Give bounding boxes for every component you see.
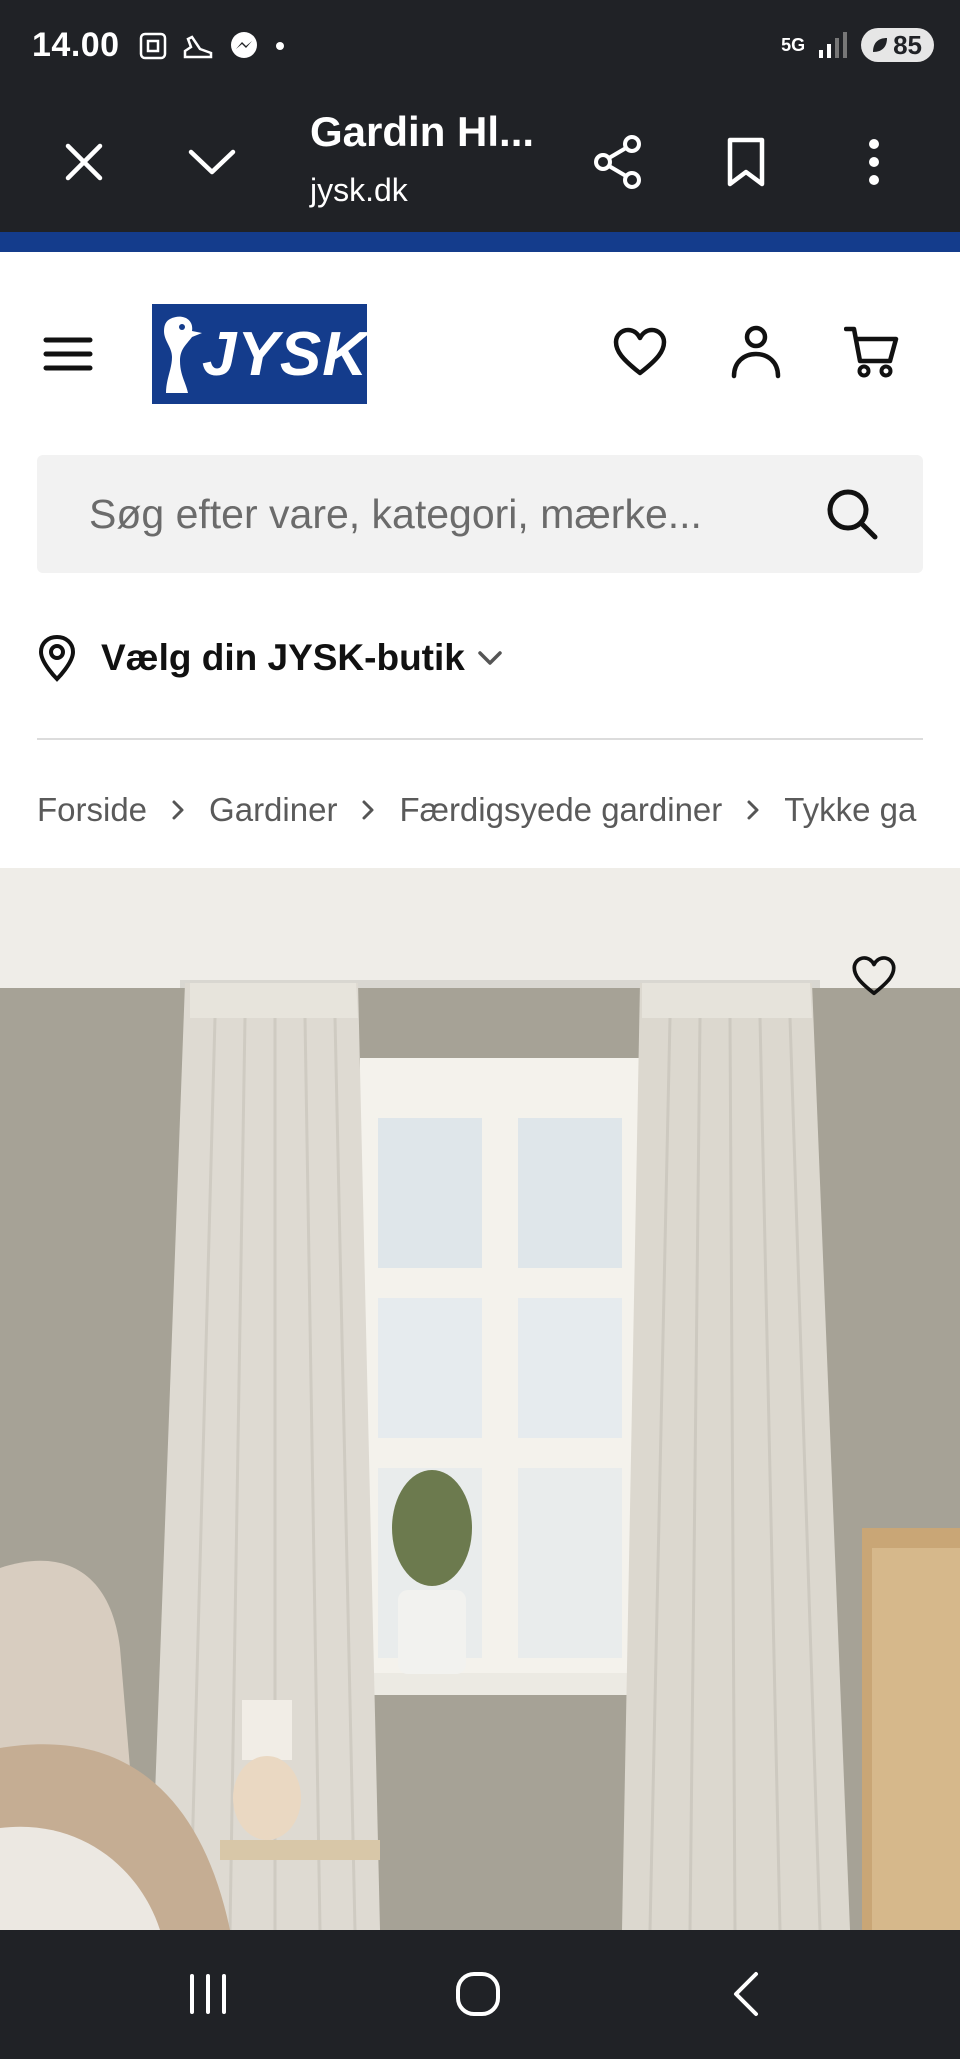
breadcrumb-item[interactable]: Færdigsyede gardiner: [399, 791, 722, 829]
battery-leaf-icon: [873, 38, 888, 52]
more-vertical-icon: [869, 139, 879, 185]
store-selector[interactable]: Vælg din JYSK-butik: [37, 610, 923, 706]
recent-apps-icon: [190, 1974, 226, 2014]
search-input[interactable]: [89, 483, 789, 545]
browser-toolbar: Gardin Hl... jysk.dk: [0, 92, 960, 232]
chevron-right-icon: [746, 799, 760, 821]
minimize-tab-button[interactable]: [172, 122, 252, 202]
shoe-icon: [183, 35, 213, 59]
product-photo-curtains: [0, 868, 960, 1930]
home-button[interactable]: [438, 1962, 518, 2026]
share-icon: [594, 135, 641, 189]
notification-icons: [138, 30, 286, 62]
messenger-icon: [231, 32, 257, 58]
logo-text: JYSK: [202, 319, 368, 389]
dot-icon: [276, 42, 284, 50]
chevron-down-icon: [478, 651, 502, 665]
location-pin-icon: [38, 634, 76, 682]
menu-button[interactable]: [36, 322, 100, 386]
status-time: 14.00: [32, 26, 120, 64]
search-icon: [827, 489, 878, 540]
breadcrumb-item[interactable]: Tykke ga: [784, 791, 916, 829]
signal-icon: [819, 32, 848, 58]
chevron-down-icon: [188, 149, 236, 175]
system-icons: 5G 85: [781, 28, 934, 62]
chevron-right-icon: [361, 799, 375, 821]
page-title: Gardin Hl...: [310, 108, 535, 155]
divider: [37, 738, 923, 740]
store-label: Vælg din JYSK-butik: [101, 637, 465, 678]
user-icon: [731, 325, 781, 379]
breadcrumb-item[interactable]: Gardiner: [209, 791, 337, 829]
wishlist-button[interactable]: [602, 314, 678, 390]
network-type: 5G: [781, 35, 806, 55]
back-button[interactable]: [706, 1962, 786, 2026]
product-image[interactable]: [0, 868, 960, 1930]
bookmark-icon: [727, 137, 765, 187]
page-domain: jysk.dk: [310, 172, 408, 208]
battery-level: 85: [893, 29, 922, 60]
breadcrumb-item[interactable]: Forside: [37, 791, 147, 829]
more-options-button[interactable]: [834, 122, 914, 202]
heart-icon: [613, 327, 667, 376]
screenshot-icon: [139, 32, 167, 60]
battery-indicator: 85: [861, 28, 934, 62]
jysk-logo[interactable]: JYSK: [152, 304, 367, 404]
home-icon: [456, 1972, 500, 2016]
goose-logo-icon: [164, 316, 202, 393]
system-nav-bar: [0, 1930, 960, 2059]
close-icon: [65, 143, 103, 181]
heart-icon: [852, 956, 896, 996]
back-icon: [734, 1972, 758, 2016]
recent-apps-button[interactable]: [168, 1962, 248, 2026]
close-tab-button[interactable]: [44, 122, 124, 202]
site-header: JYSK: [0, 252, 960, 452]
status-bar: 14.00 5G 85: [0, 0, 960, 92]
add-to-wishlist-button[interactable]: [846, 948, 902, 1004]
cart-button[interactable]: [834, 314, 910, 390]
bookmark-button[interactable]: [706, 122, 786, 202]
hamburger-menu-icon: [43, 337, 93, 371]
search-button[interactable]: [821, 483, 883, 545]
share-button[interactable]: [578, 122, 658, 202]
breadcrumb: Forside Gardiner Færdigsyede gardiner Ty…: [37, 780, 923, 840]
cart-icon: [844, 326, 899, 378]
account-button[interactable]: [718, 314, 794, 390]
search-bar: [37, 455, 923, 573]
brand-accent-bar: [0, 232, 960, 252]
chevron-right-icon: [171, 799, 185, 821]
